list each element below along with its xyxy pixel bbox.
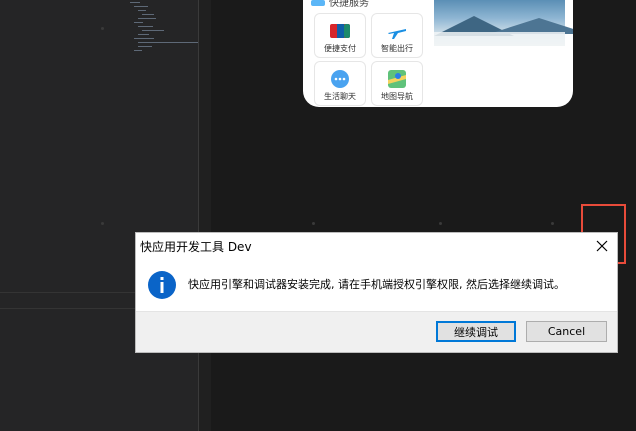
close-icon xyxy=(596,240,608,251)
editor-gutter xyxy=(199,0,211,431)
tile-travel[interactable]: 智能出行 xyxy=(371,13,423,58)
continue-debug-button[interactable]: 继续调试 xyxy=(436,321,516,342)
map-icon xyxy=(386,68,408,90)
unionpay-card-icon xyxy=(329,20,351,42)
left-panel xyxy=(0,0,200,431)
banner-image[interactable] xyxy=(434,0,573,46)
dialog-message: 快应用引擎和调试器安装完成, 请在手机端授权引擎权限, 然后选择继续调试。 xyxy=(188,278,565,291)
cancel-button[interactable]: Cancel xyxy=(526,321,607,342)
tile-chat[interactable]: 生活聊天 xyxy=(314,61,366,106)
message-dialog: 快应用开发工具 Dev 快应用引擎和调试器安装完成, 请在手机端授权引擎权限, … xyxy=(136,233,617,352)
tile-label: 地图导航 xyxy=(381,92,413,101)
tile-label: 便捷支付 xyxy=(324,44,356,53)
airplane-icon xyxy=(386,20,408,42)
info-icon xyxy=(147,270,177,300)
code-outline xyxy=(128,0,208,60)
dialog-body: 快应用引擎和调试器安装完成, 请在手机端授权引擎权限, 然后选择继续调试。 xyxy=(136,258,617,311)
dialog-close-button[interactable] xyxy=(587,233,617,258)
phone-preview-card: 快捷服务 便捷支付 智能出行 生活聊天 地图导航 xyxy=(303,0,573,107)
chat-bubble-icon xyxy=(329,68,351,90)
service-icon xyxy=(311,0,325,6)
tile-label: 智能出行 xyxy=(381,44,413,53)
tile-payment[interactable]: 便捷支付 xyxy=(314,13,366,58)
tile-map[interactable]: 地图导航 xyxy=(371,61,423,106)
tile-label: 生活聊天 xyxy=(324,92,356,101)
dialog-title: 快应用开发工具 Dev xyxy=(140,240,252,254)
dialog-footer: 继续调试 Cancel xyxy=(136,311,617,352)
section-label: 快捷服务 xyxy=(329,0,369,9)
